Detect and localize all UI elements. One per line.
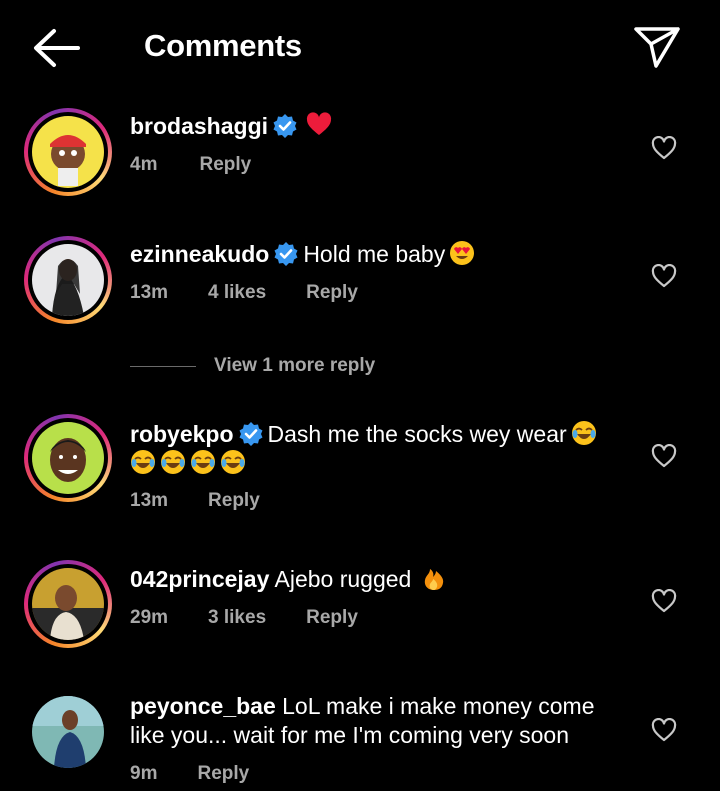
joy-emoji-icon xyxy=(571,421,596,445)
avatar-story-ring[interactable] xyxy=(24,108,112,196)
reply-button[interactable]: Reply xyxy=(197,763,249,785)
verified-badge-icon xyxy=(273,114,297,138)
avatar xyxy=(32,116,104,188)
avatar[interactable] xyxy=(32,696,104,768)
page-title: Comments xyxy=(144,28,302,63)
verified-badge-icon xyxy=(239,422,263,446)
like-heart-icon[interactable] xyxy=(651,264,677,288)
comment-meta: 29m 3 likes Reply xyxy=(130,607,398,629)
comment-text: 042princejay Ajebo rugged xyxy=(130,565,630,594)
view-more-replies-button[interactable]: View 1 more reply xyxy=(130,355,375,377)
divider xyxy=(130,365,196,367)
view-more-replies-label: View 1 more reply xyxy=(214,355,376,376)
comment-body: Hold me baby xyxy=(303,241,446,267)
avatar-story-ring[interactable] xyxy=(24,560,112,648)
avatar-story-ring[interactable] xyxy=(24,414,112,502)
username[interactable]: robyekpo xyxy=(130,421,234,447)
username[interactable]: brodashaggi xyxy=(130,113,268,139)
fire-emoji-icon xyxy=(425,569,444,590)
comment-text: robyekpo Dash me the socks wey wear xyxy=(130,420,630,478)
comment-meta: 13m Reply xyxy=(130,490,300,512)
comment-time: 13m xyxy=(130,490,169,511)
comment-body: Ajebo rugged xyxy=(274,566,412,592)
avatar xyxy=(32,422,104,494)
like-count[interactable]: 4 likes xyxy=(208,282,266,304)
like-count[interactable]: 3 likes xyxy=(208,607,266,629)
like-heart-icon[interactable] xyxy=(651,718,677,742)
username[interactable]: ezinneakudo xyxy=(130,241,269,267)
verified-badge-icon xyxy=(274,242,298,266)
username[interactable]: peyonce_bae xyxy=(130,693,276,719)
reply-button[interactable]: Reply xyxy=(306,282,358,304)
comment-time: 13m xyxy=(130,282,169,303)
comment-text: ezinneakudo Hold me baby xyxy=(130,240,630,269)
joy-emoji-icon xyxy=(131,450,155,474)
comment-time: 29m xyxy=(130,607,169,628)
comment-text: brodashaggi xyxy=(130,112,630,141)
arrow-left-icon[interactable] xyxy=(30,26,82,70)
reply-button[interactable]: Reply xyxy=(306,607,358,629)
comment-text: peyonce_bae LoL make i make money come l… xyxy=(130,692,630,750)
heart-eyes-emoji-icon xyxy=(450,241,475,265)
red-heart-icon xyxy=(306,112,332,135)
comment-meta: 9m Reply xyxy=(130,763,289,785)
comment-time: 4m xyxy=(130,154,158,175)
joy-emoji-icon xyxy=(191,450,215,474)
comment-meta: 13m 4 likes Reply xyxy=(130,282,398,304)
comment-meta: 4m Reply xyxy=(130,154,291,176)
avatar xyxy=(32,568,104,640)
like-heart-icon[interactable] xyxy=(651,136,677,160)
reply-button[interactable]: Reply xyxy=(199,154,251,176)
joy-emoji-icon xyxy=(161,450,185,474)
paper-plane-icon[interactable] xyxy=(632,24,682,70)
comment-time: 9m xyxy=(130,763,158,784)
avatar xyxy=(32,244,104,316)
header-bar: Comments xyxy=(0,0,720,96)
username[interactable]: 042princejay xyxy=(130,566,269,592)
like-heart-icon[interactable] xyxy=(651,444,677,468)
like-heart-icon[interactable] xyxy=(651,589,677,613)
joy-emoji-icon xyxy=(221,450,245,474)
avatar-story-ring[interactable] xyxy=(24,236,112,324)
comment-body: Dash me the socks wey wear xyxy=(267,421,567,447)
reply-button[interactable]: Reply xyxy=(208,490,260,512)
